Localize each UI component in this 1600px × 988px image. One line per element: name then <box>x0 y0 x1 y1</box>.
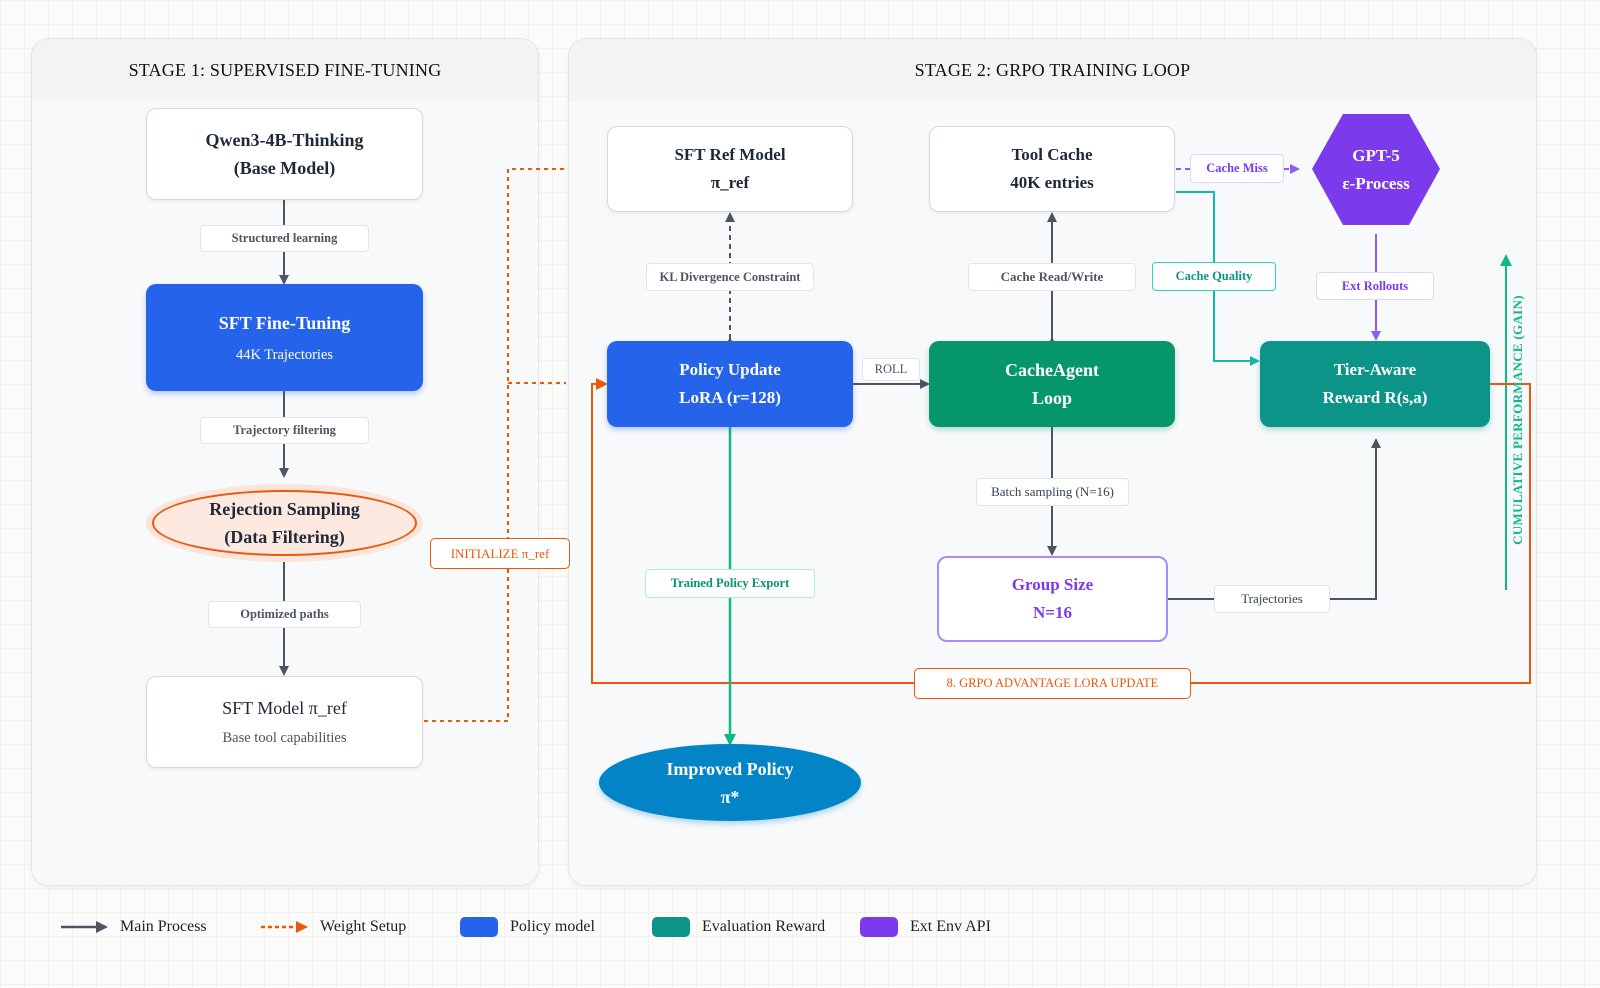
cacheagent-sub: Loop <box>1031 388 1073 408</box>
label-initialize: INITIALIZE π_ref <box>430 538 570 569</box>
group-size-sub: N=16 <box>1033 603 1072 622</box>
base-model-node[interactable]: Qwen3-4B-Thinking (Base Model) <box>146 108 423 200</box>
improved-policy-title: Improved Policy <box>666 758 794 779</box>
rejection-sampling-node[interactable]: Rejection Sampling (Data Filtering) <box>152 490 417 556</box>
tier-reward-sub: Reward R(s,a) <box>1322 388 1428 407</box>
base-model-name: Qwen3-4B-Thinking <box>205 130 364 150</box>
label-kl-divergence: KL Divergence Constraint <box>646 263 814 291</box>
label-structured-learning: Structured learning <box>200 225 369 252</box>
label-batch-sampling: Batch sampling (N=16) <box>976 478 1129 506</box>
label-cache-quality: Cache Quality <box>1152 262 1276 291</box>
arrow-trajectories <box>1168 438 1381 600</box>
legend-evaluation-reward: Evaluation Reward <box>652 915 825 939</box>
label-cache-rw: Cache Read/Write <box>968 263 1136 291</box>
improved-policy-sub: π* <box>720 786 740 807</box>
group-size-title: Group Size <box>1011 575 1094 594</box>
label-trained-export: Trained Policy Export <box>645 569 815 598</box>
sft-ref-node[interactable]: SFT Ref Model π_ref <box>607 126 853 212</box>
sft-model-title: SFT Model π_ref <box>222 698 347 718</box>
gpt5-title: GPT-5 <box>1352 145 1400 165</box>
cacheagent-title: CacheAgent <box>1005 360 1099 380</box>
legend-weight-setup: Weight Setup <box>260 915 406 939</box>
policy-update-sub: LoRA (r=128) <box>679 388 781 407</box>
sft-ref-title: SFT Ref Model <box>674 145 786 164</box>
rejection-sampling-sub: (Data Filtering) <box>224 527 345 547</box>
gpt5-sub: ε-Process <box>1342 173 1410 193</box>
tier-reward-node[interactable]: Tier-Aware Reward R(s,a) <box>1260 341 1490 427</box>
label-trajectory-filtering: Trajectory filtering <box>200 417 369 444</box>
label-cache-miss: Cache Miss <box>1190 154 1284 183</box>
legend-evaluation-reward-label: Evaluation Reward <box>702 918 826 935</box>
sft-model-sub: Base tool capabilities <box>222 730 347 746</box>
label-grpo-update: 8. GRPO ADVANTAGE LORA UPDATE <box>914 668 1191 699</box>
legend-main-process-label: Main Process <box>120 918 207 935</box>
tool-cache-title: Tool Cache <box>1011 145 1093 164</box>
legend-ext-env-api-label: Ext Env API <box>910 918 991 935</box>
cacheagent-node[interactable]: CacheAgent Loop <box>929 341 1175 427</box>
base-model-sub: (Base Model) <box>233 158 336 178</box>
tier-reward-title: Tier-Aware <box>1333 360 1417 379</box>
label-roll: ROLL <box>862 358 920 381</box>
policy-model-swatch <box>460 917 498 937</box>
policy-update-title: Policy Update <box>679 360 781 379</box>
legend-policy-model: Policy model <box>460 915 595 939</box>
tool-cache-node[interactable]: Tool Cache 40K entries <box>929 126 1175 212</box>
ext-env-api-swatch <box>860 917 898 937</box>
legend-main-process: Main Process <box>60 915 207 939</box>
sft-model-node[interactable]: SFT Model π_ref Base tool capabilities <box>146 676 423 768</box>
label-optimized-paths: Optimized paths <box>208 601 361 628</box>
weight-setup-line <box>424 168 566 722</box>
gpt5-label: GPT-5 ε-Process <box>1310 112 1442 227</box>
legend-weight-setup-label: Weight Setup <box>320 918 407 935</box>
legend-policy-model-label: Policy model <box>510 918 595 935</box>
solid-arrow-icon <box>61 921 108 933</box>
improved-policy-node[interactable]: Improved Policy π* <box>599 744 861 821</box>
evaluation-reward-swatch <box>652 917 690 937</box>
dashed-arrow-icon <box>261 921 308 933</box>
policy-update-node[interactable]: Policy Update LoRA (r=128) <box>607 341 853 427</box>
tool-cache-sub: 40K entries <box>1010 173 1094 192</box>
rejection-sampling-title: Rejection Sampling <box>209 499 360 519</box>
group-size-node[interactable]: Group Size N=16 <box>937 556 1168 642</box>
label-trajectories: Trajectories <box>1214 585 1330 613</box>
label-ext-rollouts: Ext Rollouts <box>1316 272 1434 300</box>
legend-ext-env-api: Ext Env API <box>860 915 991 939</box>
sft-finetune-sub: 44K Trajectories <box>235 346 334 363</box>
sft-finetune-title: SFT Fine-Tuning <box>218 312 351 333</box>
label-cumulative-performance: CUMULATIVE PERFORMANCE (GAIN) <box>1510 295 1525 545</box>
sft-finetune-node[interactable]: SFT Fine-Tuning 44K Trajectories <box>146 284 423 391</box>
sft-ref-sub: π_ref <box>710 173 750 192</box>
